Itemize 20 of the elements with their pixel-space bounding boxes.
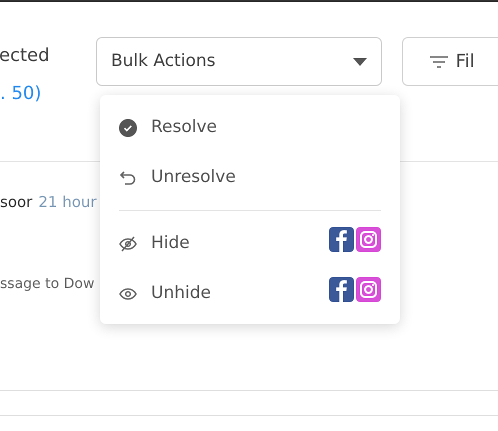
- selected-count-text: ected: [0, 44, 51, 68]
- eye-slash-icon: [119, 236, 137, 252]
- undo-icon: [119, 170, 137, 186]
- facebook-icon: [329, 277, 354, 302]
- menu-item[interactable]: Unresolve: [119, 153, 381, 203]
- message-preview: ssage to Dow: [0, 275, 94, 294]
- eye-icon: [119, 287, 137, 301]
- caret-icon: [352, 58, 367, 66]
- bulk-actions-dropdown[interactable]: Bulk Actions: [96, 37, 382, 86]
- menu-item[interactable]: Hide: [119, 219, 381, 269]
- facebook-icon: [329, 227, 354, 252]
- instagram-icon: [356, 227, 381, 252]
- filter-button[interactable]: Fil: [402, 37, 498, 86]
- filter-icon: [430, 56, 448, 68]
- menu-item[interactable]: Unhide: [119, 269, 381, 319]
- timestamp: 21 hour: [38, 193, 97, 211]
- menu-item[interactable]: Resolve: [119, 103, 381, 153]
- check-circle-icon: [119, 119, 137, 137]
- author-name: soor: [0, 193, 32, 211]
- instagram-icon: [356, 277, 381, 302]
